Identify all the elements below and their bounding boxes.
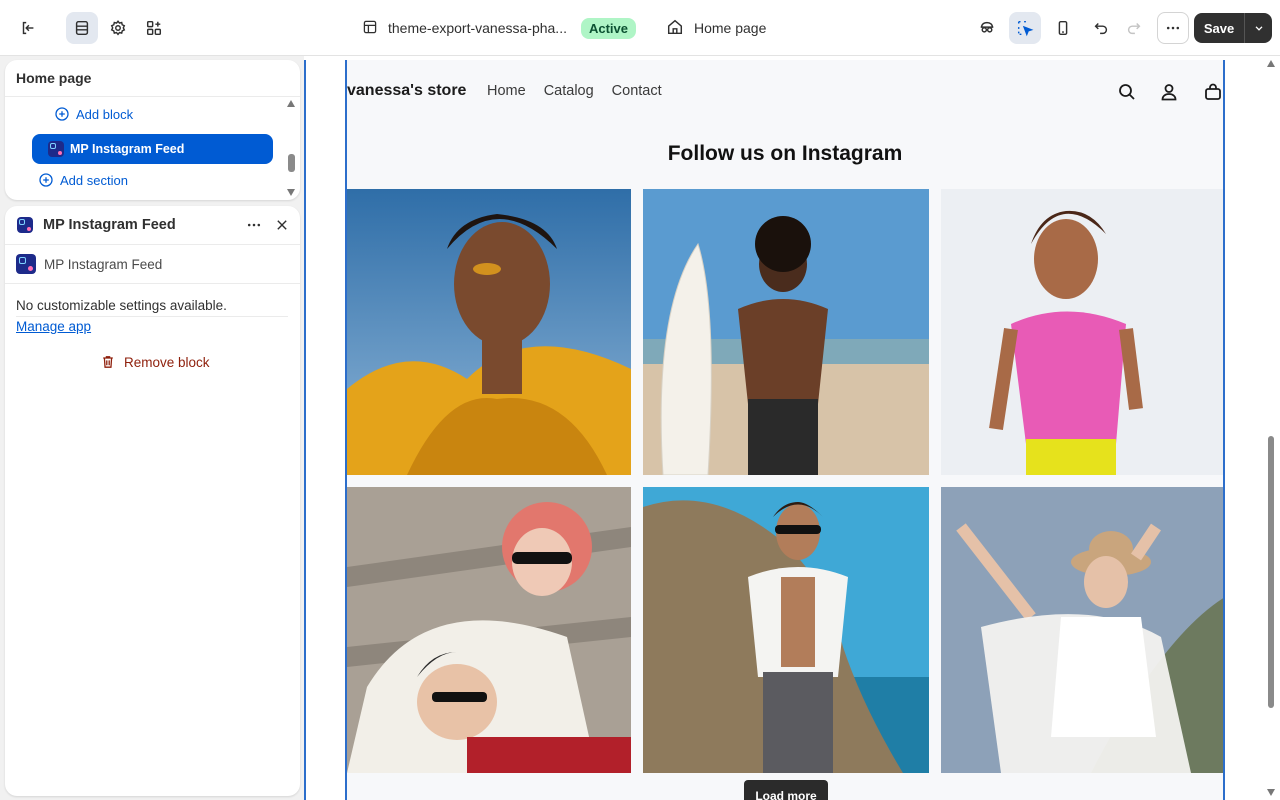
preview-frame[interactable]: vanessa's store Home Catalog Contact Fol…: [345, 60, 1225, 800]
block-settings-panel: MP Instagram Feed MP Instagram Feed No c…: [5, 206, 300, 796]
sections-icon[interactable]: [66, 12, 98, 44]
status-badge: Active: [580, 17, 637, 39]
search-icon[interactable]: [1117, 82, 1139, 104]
remove-block-button[interactable]: Remove block: [100, 354, 210, 370]
editor-topbar: theme-export-vanessa-pha... Active Home …: [0, 0, 1280, 56]
store-preview: vanessa's store Home Catalog Contact Fol…: [304, 56, 1280, 800]
save-options-button[interactable]: [1244, 13, 1272, 43]
account-icon[interactable]: [1159, 82, 1181, 104]
remove-block-label: Remove block: [124, 354, 210, 370]
app-icon: [48, 141, 64, 157]
scroll-down-arrow-icon[interactable]: [287, 189, 295, 196]
tree-scrollbar[interactable]: [287, 98, 296, 198]
nav-link-home[interactable]: Home: [487, 83, 526, 99]
section-tree: Home page Add block MP Instagram Feed Ad…: [5, 60, 300, 200]
add-section-button[interactable]: Add section: [38, 172, 128, 188]
app-name: MP Instagram Feed: [44, 256, 163, 272]
instagram-photo-woman-yellow-scarf[interactable]: [347, 189, 631, 475]
manage-app-link[interactable]: Manage app: [16, 319, 91, 334]
instagram-photo-man-white-shirt-rock[interactable]: [643, 487, 929, 773]
add-section-label: Add section: [60, 172, 128, 188]
scroll-up-arrow-icon[interactable]: [1267, 60, 1275, 67]
home-icon: [666, 18, 684, 39]
more-actions-button[interactable]: [1157, 12, 1189, 44]
nav-link-catalog[interactable]: Catalog: [544, 83, 594, 99]
tree-title: Home page: [16, 70, 92, 86]
close-icon[interactable]: [272, 215, 292, 235]
save-button-group: Save: [1194, 13, 1272, 43]
tree-item-label: MP Instagram Feed: [70, 142, 185, 156]
instagram-photo-couple-sunglasses[interactable]: [347, 487, 631, 773]
more-options-icon[interactable]: [244, 215, 264, 235]
plus-circle-icon: [55, 107, 69, 121]
preview-scrollbar[interactable]: [1266, 60, 1276, 796]
mobile-preview-icon[interactable]: [1047, 12, 1079, 44]
save-button[interactable]: Save: [1194, 13, 1244, 43]
exit-icon[interactable]: [12, 12, 44, 44]
trash-icon: [103, 356, 113, 368]
apps-icon[interactable]: [138, 12, 170, 44]
undo-icon[interactable]: [1085, 12, 1117, 44]
app-icon: [17, 217, 33, 233]
scroll-up-arrow-icon[interactable]: [287, 100, 295, 107]
instagram-photo-woman-pink-top[interactable]: [941, 189, 1223, 475]
scroll-thumb[interactable]: [288, 154, 295, 172]
store-name[interactable]: vanessa's store: [347, 82, 466, 100]
theme-name-text: theme-export-vanessa-pha...: [388, 20, 567, 36]
gear-icon[interactable]: [102, 12, 134, 44]
select-element-icon[interactable]: [1009, 12, 1041, 44]
app-icon: [16, 254, 36, 274]
divider: [5, 244, 300, 245]
preview-edge: [304, 60, 306, 800]
cart-icon[interactable]: [1203, 82, 1223, 104]
section-title: Follow us on Instagram: [667, 142, 903, 165]
chevron-down-icon: [1255, 26, 1262, 31]
divider: [5, 96, 300, 97]
divider: [16, 316, 288, 317]
editor-sidebar: Home page Add block MP Instagram Feed Ad…: [0, 56, 304, 800]
theme-selector[interactable]: theme-export-vanessa-pha... Active: [362, 12, 637, 44]
redo-icon[interactable]: [1118, 12, 1150, 44]
load-more-button[interactable]: Load more: [744, 780, 828, 800]
theme-layout-icon: [362, 19, 378, 38]
instagram-photo-man-surfboard[interactable]: [643, 189, 929, 475]
page-name-text: Home page: [694, 20, 767, 36]
more-dots-icon: [1166, 26, 1180, 30]
scroll-down-arrow-icon[interactable]: [1267, 789, 1275, 796]
add-block-button[interactable]: Add block: [54, 106, 133, 122]
empty-settings-message: No customizable settings available.: [16, 298, 227, 313]
page-selector[interactable]: Home page: [666, 12, 766, 44]
nav-link-contact[interactable]: Contact: [612, 83, 662, 99]
scroll-thumb[interactable]: [1268, 436, 1274, 708]
divider: [5, 283, 300, 284]
store-nav: Home Catalog Contact: [487, 83, 662, 99]
app-info-row: MP Instagram Feed: [16, 254, 162, 274]
plus-circle-icon: [39, 173, 53, 187]
tree-item-mp-instagram-feed[interactable]: MP Instagram Feed: [32, 134, 273, 164]
settings-title: MP Instagram Feed: [43, 217, 176, 233]
add-block-label: Add block: [76, 106, 134, 122]
inspector-icon[interactable]: [971, 12, 1003, 44]
instagram-photo-woman-white-dress-hat[interactable]: [941, 487, 1223, 773]
